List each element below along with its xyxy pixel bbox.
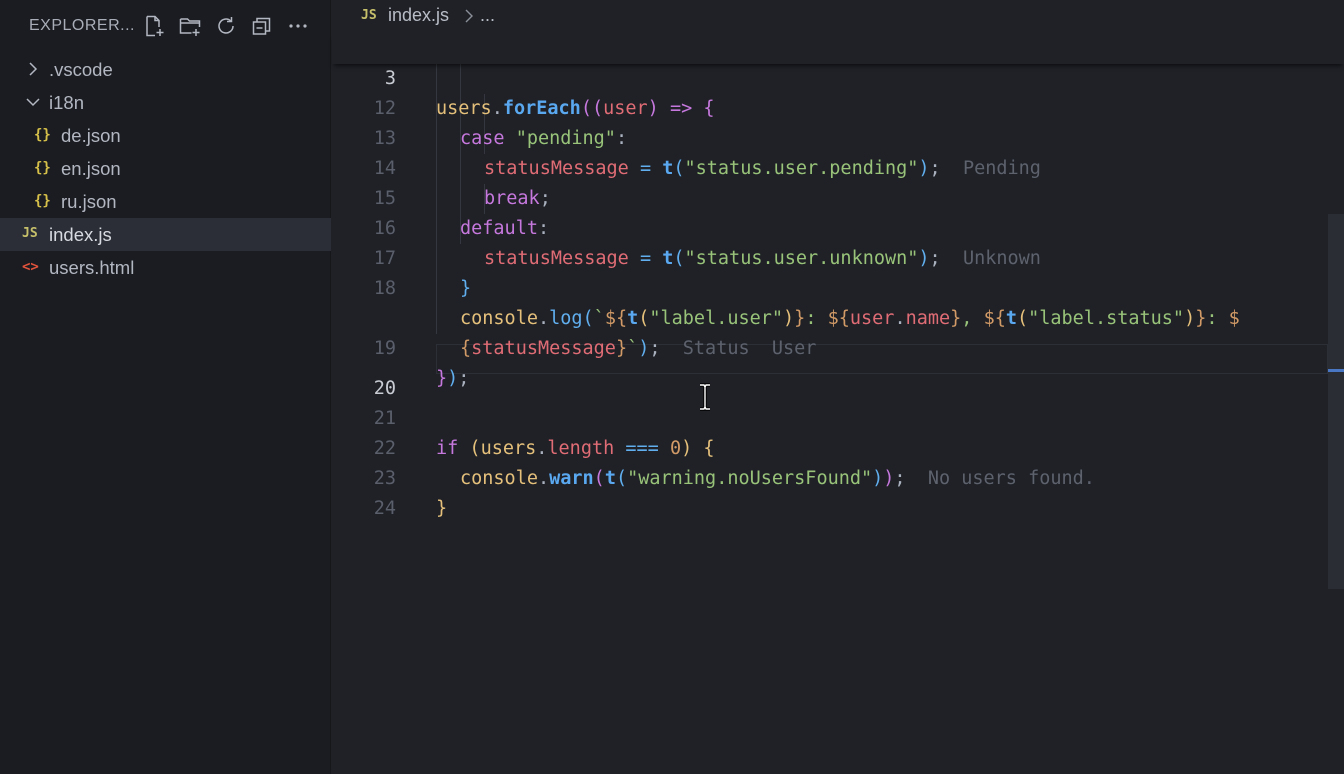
code-editor[interactable]: JS index.js ... 3 users.forEach((user) =… [332,0,1344,774]
token: users [436,98,492,119]
explorer-title: EXPLORER... [29,17,135,34]
code-text: users.forEach((user) => { [436,98,715,119]
code-line-wrapped: {statusMessage}`); Status User [332,274,1332,359]
code-line: 3 users.forEach((user) => { [332,34,1332,119]
code-line-current: 20 [332,344,1332,399]
line-number: 3 [384,68,396,89]
breadcrumb: JS index.js ... [332,0,1344,34]
tree-item-label: ru.json [61,191,117,212]
code-line: 15 default: [332,154,1332,239]
code-line: 12 case "pending": [332,64,1332,149]
text-cursor-icon [698,383,712,411]
tree-item-index-js[interactable]: JS index.js [0,218,331,251]
vertical-scrollbar[interactable] [1328,34,1344,774]
json-file-icon: {} [34,127,51,143]
tree-item-label: .vscode [49,59,113,80]
js-file-icon: JS [361,8,377,23]
token: forEach [502,98,581,119]
tree-item-label: en.json [61,158,121,179]
more-icon[interactable] [286,14,310,38]
token: user [603,98,648,119]
sticky-scroll-header[interactable]: 3 users.forEach((user) => { [332,34,1344,119]
tree-item-label: users.html [49,257,135,278]
code-line: 21 if (users.length === 0) { [332,374,1332,459]
code-line: 19 }); [332,304,1332,389]
html-file-icon: <> [22,259,39,275]
code-area[interactable]: 3 users.forEach((user) => { 12 case "pen… [332,34,1344,774]
refresh-icon[interactable] [214,14,238,38]
tree-item-vscode[interactable]: .vscode [0,53,331,86]
chevron-right-icon [463,8,475,24]
chevron-right-icon [25,60,41,78]
new-folder-icon[interactable] [178,14,202,38]
json-file-icon: {} [34,193,51,209]
js-file-icon: JS [22,226,38,241]
collapse-all-icon[interactable] [250,14,274,38]
line-number: 24 [373,498,396,519]
token: => [669,98,693,119]
json-file-icon: {} [34,160,51,176]
code-line: 23 } [332,434,1332,519]
chevron-down-icon [25,93,41,111]
code-line: 24 [332,464,1332,519]
tree-item-en-json[interactable]: {} en.json [0,152,331,185]
tree-item-label: de.json [61,125,121,146]
tree-item-de-json[interactable]: {} de.json [0,119,331,152]
breadcrumb-more[interactable]: ... [480,5,495,26]
tree-item-users-html[interactable]: <> users.html [0,251,331,284]
code-text: } [436,498,448,519]
new-file-icon[interactable] [142,14,166,38]
scrollbar-thumb[interactable] [1328,214,1344,589]
breadcrumb-file[interactable]: index.js [388,5,449,26]
code-line: 14 break; [332,124,1332,209]
code-line: 18 console.log(`${t("label.user")}: ${us… [332,244,1332,329]
code-line: 22 console.warn(t("warning.noUsersFound"… [332,404,1332,489]
tree-item-label: i18n [49,92,84,113]
scrollbar-cursor-marker [1328,369,1344,372]
code-line: 16 statusMessage = t("status.user.unknow… [332,184,1332,269]
code-line: 17 } [332,214,1332,299]
tree-item-label: index.js [49,224,112,245]
tree-item-ru-json[interactable]: {} ru.json [0,185,331,218]
explorer-sidebar: EXPLORER... .vscode i18n {} de.json {} e… [0,0,331,774]
tree-item-i18n[interactable]: i18n [0,86,331,119]
explorer-header: EXPLORER... [0,0,331,52]
